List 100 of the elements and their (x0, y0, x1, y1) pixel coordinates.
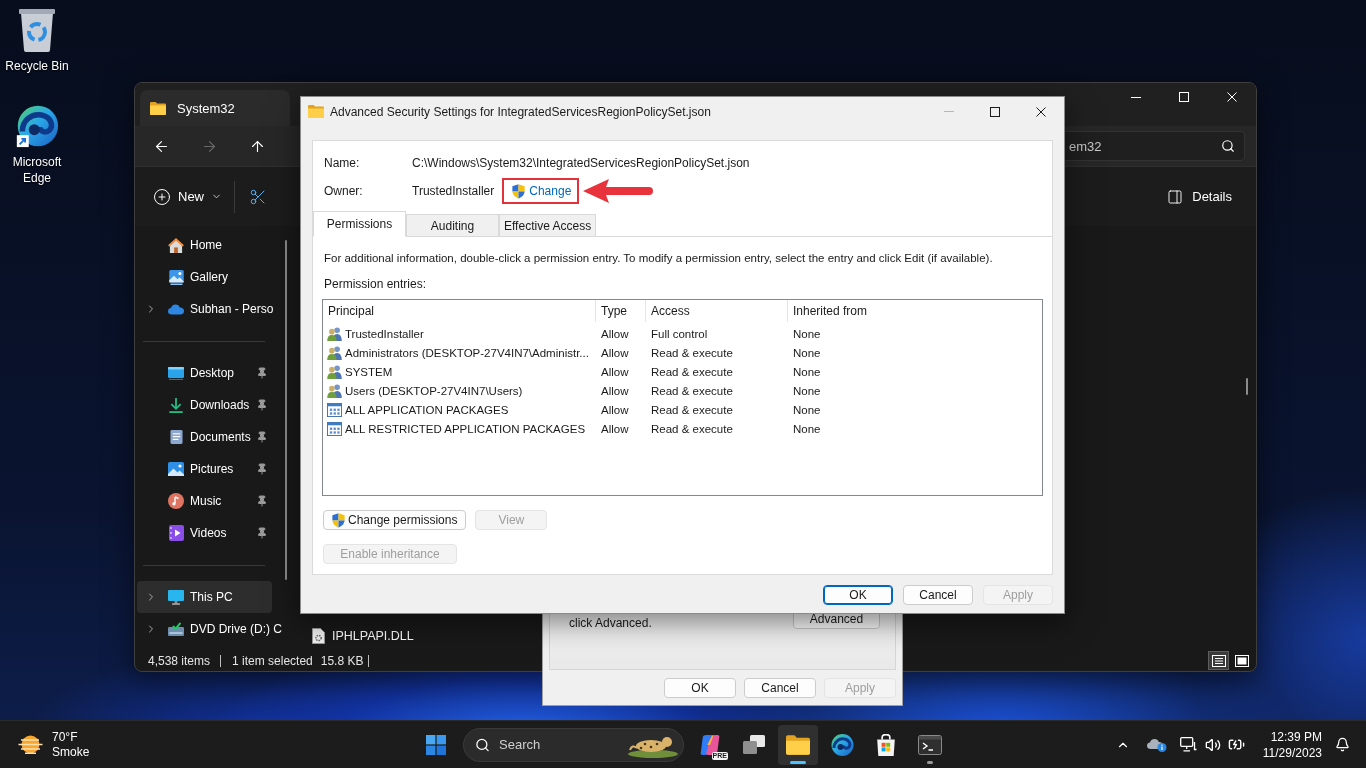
users-icon (327, 364, 342, 379)
table-cell-text: Allow (600, 384, 630, 397)
table-cell: Administrators (DESKTOP-27V4IN7\Administr... (345, 346, 589, 359)
window-title: Advanced Security Settings for IntegratedServicesRegionPolicySet.json (330, 104, 711, 119)
shield-icon (512, 183, 526, 199)
network-icon (1180, 737, 1198, 752)
sidebar-item[interactable]: Home (137, 229, 272, 261)
table-cell: SYSTEM (345, 365, 393, 378)
table-cell-text: Read & execute (650, 422, 734, 435)
table-cell-text: Full control (650, 327, 709, 340)
computer-icon (168, 589, 184, 605)
section-label: Permission entries: (323, 276, 428, 291)
recycle-bin-icon[interactable] (17, 8, 57, 52)
scrollbar[interactable] (1246, 378, 1248, 395)
weather-widget[interactable]: 70°F Smoke (14, 724, 94, 765)
sidebar-item[interactable]: Music (137, 485, 272, 517)
table-cell: Users (DESKTOP-27V4IN7\Users) (345, 384, 523, 397)
table-cell-text: None (792, 384, 822, 397)
sidebar-item[interactable]: This PC (137, 581, 272, 613)
dialog-button[interactable]: Change permissions (323, 510, 467, 530)
tab[interactable]: Effective Access (499, 214, 597, 236)
browser-shortcut-icon[interactable] (15, 104, 59, 148)
drive-icon (168, 622, 184, 636)
table-cell-text: None (792, 403, 822, 416)
sidebar-item[interactable]: Documents (137, 421, 272, 453)
desktop-icon-label[interactable]: Microsoft Edge (4, 154, 70, 186)
selection-info: 1 item selected (232, 653, 313, 668)
sidebar-item[interactable]: DVD Drive (D:) C (137, 613, 282, 645)
folder-icon (308, 105, 324, 118)
new-button[interactable]: New (145, 179, 230, 214)
plus-icon (153, 187, 171, 206)
table-cell-text: Read & execute (650, 403, 734, 416)
table-cell: ALL APPLICATION PACKAGES (345, 403, 509, 416)
bell-icon (1334, 737, 1350, 752)
gallery-icon (168, 269, 184, 285)
music-icon (168, 493, 184, 509)
sidebar-item[interactable]: Desktop (137, 357, 272, 389)
cloud-icon (1146, 737, 1167, 752)
hint-text: click Advanced. (569, 616, 652, 630)
terminal-icon (918, 734, 942, 755)
table-cell-text: Allow (600, 422, 630, 435)
maximize-icon (1179, 92, 1189, 102)
start-icon (426, 734, 446, 755)
table-cell-text: Allow (600, 327, 630, 340)
dialog-button[interactable]: OK (664, 678, 736, 698)
table-cell-text: None (792, 327, 822, 340)
sidebar-item[interactable]: Subhan - Perso (137, 293, 274, 325)
cloud-icon (168, 303, 184, 315)
table-cell-text: Allow (600, 365, 630, 378)
tab[interactable]: Auditing (406, 214, 499, 236)
details-pane-icon (1167, 188, 1184, 205)
minimize-icon (1131, 96, 1141, 98)
dialog-button[interactable]: Cancel (903, 585, 973, 605)
taskbar-app-button[interactable] (778, 724, 818, 765)
file-path-text: C:\Windows\System32\IntegratedServicesRegionPolicySet.json (412, 155, 750, 170)
column-header[interactable]: Principal (323, 300, 596, 322)
scissors-icon (249, 187, 267, 206)
file-item[interactable]: IPHLPAPI.DLL (312, 626, 418, 646)
desktop-icon-label[interactable]: Recycle Bin (5, 58, 69, 74)
table-cell-text: Allow (600, 403, 630, 416)
users-icon (327, 345, 342, 360)
view-button[interactable] (1208, 651, 1229, 670)
sidebar-item[interactable]: Videos (137, 517, 272, 549)
change-link[interactable]: Change (512, 183, 572, 199)
table-cell-text: Read & execute (650, 346, 734, 359)
tab[interactable]: Permissions (313, 211, 406, 237)
table-cell-text: Allow (600, 346, 630, 359)
tab[interactable]: System32 (140, 90, 290, 126)
volume-icon (1204, 736, 1221, 753)
document-icon (169, 429, 183, 445)
column-header[interactable]: Inherited from (788, 300, 1042, 322)
clock[interactable]: 12:39 PM 11/29/2023 (1256, 724, 1328, 765)
search-icon (1221, 139, 1235, 153)
thumbnail-view-icon (1234, 654, 1249, 667)
sidebar-item[interactable]: Pictures (137, 453, 272, 485)
table-cell: TrustedInstaller (345, 327, 424, 340)
table-cell-text: None (792, 346, 822, 359)
hazy-sun-icon (18, 734, 43, 755)
package-icon (327, 402, 342, 417)
video-icon (168, 525, 184, 541)
download-icon (169, 397, 183, 413)
column-header[interactable]: Type (596, 300, 646, 322)
sidebar-item[interactable]: Downloads (137, 389, 272, 421)
table-cell-text: None (792, 365, 822, 378)
search-field[interactable]: Search (463, 727, 684, 762)
item-count: 4,538 items (148, 653, 211, 668)
task-view-icon (743, 735, 765, 754)
scrollbar[interactable] (285, 240, 287, 580)
users-icon (327, 326, 342, 341)
instruction-text: For additional information, double-click a permission entry. To modify a permission entry, select the entry and click Edit (if available). (323, 251, 994, 265)
folder-icon (786, 734, 810, 755)
column-header[interactable]: Access (646, 300, 788, 322)
store-icon (875, 733, 897, 756)
dialog-button[interactable]: Cancel (744, 678, 816, 698)
folder-icon (150, 101, 166, 115)
browser-icon[interactable] (830, 732, 854, 757)
sidebar-item[interactable]: Gallery (137, 261, 272, 293)
file-icon (312, 628, 325, 644)
details-button[interactable]: Details (1159, 179, 1240, 214)
dialog-button[interactable]: OK (823, 585, 893, 605)
